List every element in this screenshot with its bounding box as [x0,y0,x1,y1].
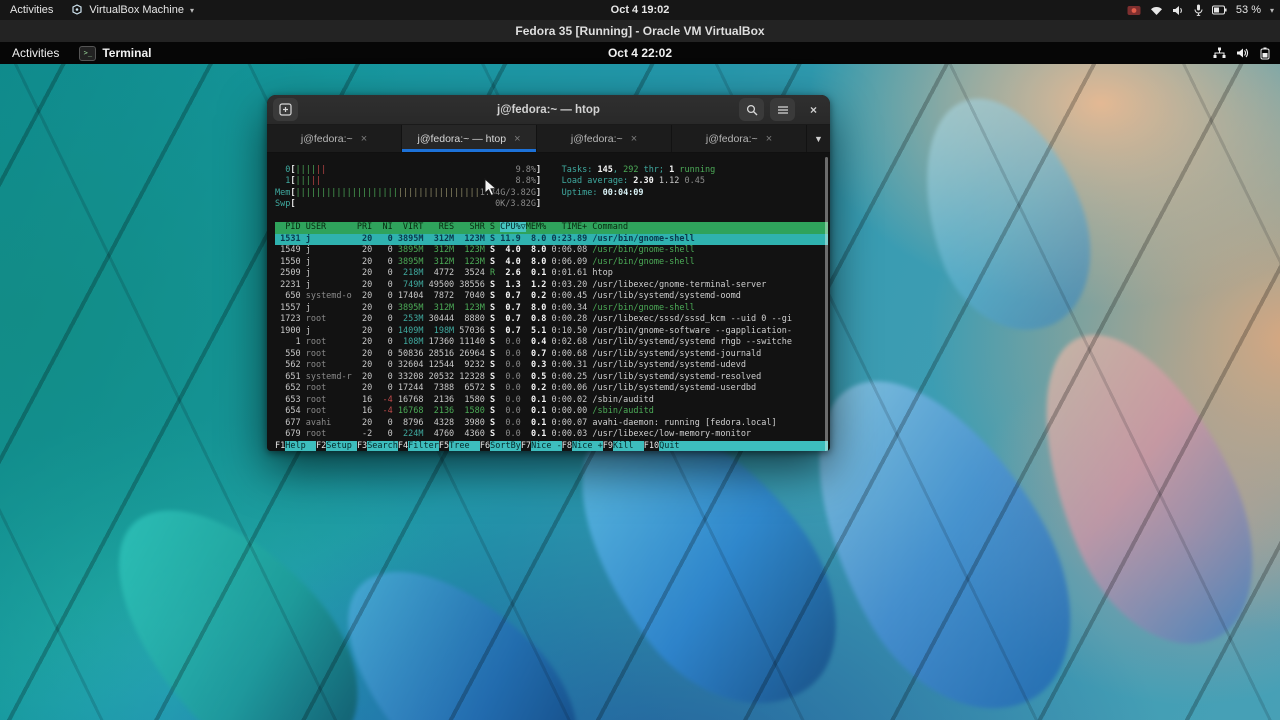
host-top-bar: Activities VirtualBox Machine ▾ Oct 4 19… [0,0,1280,20]
new-tab-button[interactable] [273,98,298,121]
tab-label: j@fedora:~ [300,132,353,145]
process-row-652[interactable]: 652 root 20 0 17244 7388 6572 S 0.0 0.2 … [275,383,828,395]
terminal-tab-1[interactable]: j@fedora:~ — htop × [402,125,537,152]
process-row-1557[interactable]: 1557 j 20 0 3895M 312M 123M S 0.7 8.0 0:… [275,303,828,315]
process-row-1550[interactable]: 1550 j 20 0 3895M 312M 123M S 4.0 8.0 0:… [275,257,828,269]
new-tab-icon [279,103,292,116]
screen: Activities VirtualBox Machine ▾ Oct 4 19… [0,0,1280,720]
htop-output: 0[|||||| 9.8%] Tasks: 145, 292 thr; 1 ru… [275,153,830,451]
guest-activities-button[interactable]: Activities [12,46,59,60]
guest-top-bar: Activities >_ Terminal Oct 4 22:02 [0,42,1280,64]
guest-system-tray[interactable] [1213,42,1270,64]
process-row-677[interactable]: 677 avahi 20 0 8796 4328 3980 S 0.0 0.1 … [275,418,828,430]
process-row-1[interactable]: 1 root 20 0 108M 17360 11140 S 0.0 0.4 0… [275,337,828,349]
search-button[interactable] [739,98,764,121]
tab-label: j@fedora:~ [705,132,758,145]
terminal-app-icon: >_ [79,45,97,61]
process-row-562[interactable]: 562 root 20 0 32604 12544 9232 S 0.0 0.3… [275,360,828,372]
chevron-down-icon: ▾ [189,5,194,15]
terminal-tab-2[interactable]: j@fedora:~ × [537,125,672,152]
chevron-down-icon: ▾ [1269,5,1274,15]
process-row-550[interactable]: 550 root 20 0 50836 28516 26964 S 0.0 0.… [275,349,828,361]
terminal-window: j@fedora:~ — htop × j@fedora:~ × j@fedor… [267,95,830,451]
terminal-tab-3[interactable]: j@fedora:~ × [672,125,807,152]
htop-meter: 0[|||||| 9.8%] Tasks: 145, 292 thr; 1 ru… [275,164,716,175]
terminal-content[interactable]: 0[|||||| 9.8%] Tasks: 145, 292 thr; 1 ru… [267,153,830,451]
process-row-653[interactable]: 653 root 16 -4 16768 2136 1580 S 0.0 0.1… [275,395,828,407]
htop-function-bar: F1Help F2Setup F3Search F4Filter F5Tree F6… [275,440,828,452]
tab-close-icon[interactable]: × [631,133,637,145]
fnkey-F10[interactable]: F10Quit [643,440,690,452]
terminal-scrollbar[interactable] [825,157,828,451]
microphone-icon [1194,4,1203,16]
wifi-icon [1150,6,1162,15]
tab-label: j@fedora:~ — htop [417,132,507,145]
guest-display: Activities >_ Terminal Oct 4 22:02 j@fed… [0,42,1280,720]
focused-app-menu[interactable]: >_ Terminal [79,45,152,61]
search-icon [746,104,757,115]
tab-bar-tabs: j@fedora:~ × j@fedora:~ — htop × j@fedora:~ ×… [267,125,807,152]
terminal-tab-0[interactable]: j@fedora:~ × [267,125,402,152]
process-row-654[interactable]: 654 root 16 -4 16768 2136 1580 S 0.0 0.1… [275,406,828,418]
tab-close-icon[interactable]: × [361,133,367,145]
htop-meter: Mem[||||||||||||||||||||||||||||||||||||… [275,187,644,198]
tab-close-icon[interactable]: × [514,133,520,145]
volume-icon [1172,5,1182,15]
close-icon: × [809,102,817,117]
process-row-1723[interactable]: 1723 root 20 0 253M 30444 8880 S 0.7 0.8… [275,314,828,326]
fnkey-F4[interactable]: F4Filter [397,440,439,452]
focused-app-name: Terminal [102,46,152,60]
mouse-cursor [484,178,498,197]
fnkey-F7[interactable]: F7Nice - [520,440,562,452]
virtualbox-window-title: Fedora 35 [Running] - Oracle VM VirtualB… [515,24,765,38]
screencast-recording-icon [1127,5,1141,15]
guest-clock[interactable]: Oct 4 22:02 [0,46,1280,60]
chevron-down-icon: ▼ [814,133,823,144]
battery-icon [1211,5,1227,15]
fnkey-F8[interactable]: F8Nice + [561,440,603,452]
wired-network-icon [1213,47,1226,58]
tab-close-icon[interactable]: × [766,133,772,145]
tab-label: j@fedora:~ [570,132,623,145]
fnkey-F5[interactable]: F5Tree [438,440,480,452]
tab-list-dropdown-button[interactable]: ▼ [807,125,830,152]
process-row-2231[interactable]: 2231 j 20 0 749M 49500 38556 S 1.3 1.2 0… [275,280,828,292]
process-row-650[interactable]: 650 systemd-o 20 0 17404 7872 7040 S 0.7… [275,291,828,303]
fnkey-F9[interactable]: F9Kill [602,440,644,452]
fnkey-F1[interactable]: F1Help [275,440,316,452]
process-row-1549[interactable]: 1549 j 20 0 3895M 312M 123M S 4.0 8.0 0:… [275,245,828,257]
hamburger-menu-icon [777,105,788,114]
htop-meter: 1[||||| 8.8%] Load average: 2.30 1.12 0.… [275,176,705,186]
process-row-1900[interactable]: 1900 j 20 0 1409M 198M 57036 S 0.7 5.1 0… [275,326,828,338]
battery-icon [1260,47,1270,59]
host-activities-button[interactable]: Activities [10,4,53,16]
host-system-tray[interactable]: 53 % ▾ [1127,0,1274,20]
fnkey-F2[interactable]: F2Setup [315,440,357,452]
process-row-1531[interactable]: 1531 j 20 0 3895M 312M 123M S 11.9 8.0 0… [275,233,828,245]
terminal-tab-bar: j@fedora:~ × j@fedora:~ — htop × j@fedora:~ ×… [267,125,830,153]
fnkey-F3[interactable]: F3Search [356,440,398,452]
process-row-2509[interactable]: 2509 j 20 0 218M 4772 3524 R 2.6 0.1 0:0… [275,268,828,280]
battery-percent-label: 53 % [1235,4,1261,16]
htop-meter: Swp[ 0K/3.82G] [275,199,542,209]
fnkey-F6[interactable]: F6SortBy [479,440,521,452]
htop-column-headers[interactable]: PID USER PRI NI VIRT RES SHR S CPU%▽MEM%… [275,222,828,234]
process-row-651[interactable]: 651 systemd-r 20 0 33208 20532 12328 S 0… [275,372,828,384]
volume-icon [1237,48,1249,58]
function-bar-filler [689,440,828,451]
close-window-button[interactable]: × [801,98,826,121]
virtualbox-machine-icon [72,4,83,15]
vm-menu-label: VirtualBox Machine [89,4,184,16]
terminal-headerbar[interactable]: j@fedora:~ — htop × [267,95,830,125]
virtualbox-titlebar[interactable]: Fedora 35 [Running] - Oracle VM VirtualB… [0,20,1280,43]
menu-button[interactable] [770,98,795,121]
vm-indicator-menu[interactable]: VirtualBox Machine ▾ [71,4,194,16]
process-row-679[interactable]: 679 root -2 0 224M 4760 4360 S 0.0 0.1 0… [275,429,828,441]
